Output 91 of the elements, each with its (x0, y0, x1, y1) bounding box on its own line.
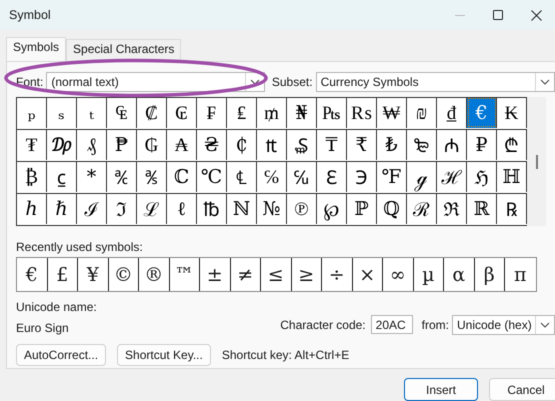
symbol-cell[interactable]: ℜ (437, 193, 467, 224)
symbol-cell[interactable]: ₲ (137, 129, 167, 160)
symbol-cell[interactable]: ₥ (257, 97, 287, 128)
symbol-cell[interactable]: ₵ (227, 129, 257, 160)
symbol-cell[interactable]: ℉ (377, 161, 407, 192)
symbol-cell[interactable]: ₡ (137, 97, 167, 128)
symbol-cell[interactable]: € (467, 97, 497, 128)
symbol-cell[interactable]: ₣ (197, 97, 227, 128)
symbol-cell[interactable]: ₩ (377, 97, 407, 128)
from-dropdown[interactable]: Unicode (hex) (452, 314, 555, 334)
symbol-cell[interactable]: ₫ (437, 97, 467, 128)
symbol-cell[interactable]: * (77, 161, 107, 192)
symbol-cell[interactable]: ₹ (347, 129, 377, 160)
symbol-cell[interactable]: ℚ (377, 193, 407, 224)
symbol-cell[interactable]: ℁ (137, 161, 167, 192)
symbol-cell[interactable]: ₮ (17, 129, 47, 160)
subset-dropdown[interactable]: Currency Symbols (316, 72, 555, 92)
default-button[interactable]: Insert (404, 378, 478, 401)
symbol-cell[interactable]: ₸ (317, 129, 347, 160)
symbol-cell[interactable]: ₷ (287, 129, 317, 160)
symbol-cell[interactable]: ℃ (197, 161, 227, 192)
symbol-cell[interactable]: ℏ (47, 193, 77, 224)
symbol-cell[interactable]: ₠ (107, 97, 137, 128)
symbol-cell[interactable]: ℀ (107, 161, 137, 192)
tab[interactable]: Special Characters (66, 39, 182, 61)
symbol-cell[interactable]: ₱ (107, 129, 137, 160)
symbol-cell[interactable]: ℅ (257, 161, 287, 192)
symbol-cell[interactable]: ₳ (167, 129, 197, 160)
symbol-cell[interactable]: ₽ (467, 129, 497, 160)
symbol-cell[interactable]: ℊ (407, 161, 437, 192)
symbol-cell[interactable]: ℞ (497, 193, 527, 224)
symbol-cell[interactable]: ℗ (287, 193, 317, 224)
symbol-cell[interactable]: ₺ (377, 129, 407, 160)
symbol-cell[interactable]: ℔ (197, 193, 227, 224)
subset-label: Subset: (272, 75, 313, 89)
symbol-cell[interactable]: ₦ (287, 97, 317, 128)
symbol-cell[interactable]: ₴ (197, 129, 227, 160)
font-label: Font: (16, 75, 44, 89)
symbol-cell[interactable]: ℐ (77, 193, 107, 224)
dialog-button[interactable]: AutoCorrect... (16, 344, 106, 366)
symbol-cell[interactable]: ₼ (437, 129, 467, 160)
symbol-cell[interactable]: ℑ (107, 193, 137, 224)
maximize-icon[interactable] (493, 10, 503, 20)
symbol-cell[interactable]: ₯ (47, 129, 77, 160)
symbol-cell[interactable]: ₜ (77, 97, 107, 128)
symbol-cell[interactable]: ℌ (467, 161, 497, 192)
symbol-cell[interactable]: ℄ (227, 161, 257, 192)
symbol-cell[interactable]: ₾ (497, 129, 527, 160)
close-icon[interactable] (530, 10, 542, 20)
unicode-name-value: Euro Sign (16, 321, 70, 335)
dialog-button[interactable]: Cancel (489, 378, 555, 401)
unicode-name-label: Unicode name: (16, 300, 98, 314)
window-title: Symbol (9, 8, 52, 22)
symbol-cell[interactable]: ℂ (167, 161, 197, 192)
character-code-field[interactable]: 20AC (370, 315, 413, 334)
symbol-cell[interactable]: ℘ (317, 193, 347, 224)
symbol-cell[interactable]: ₨ (347, 97, 377, 128)
dialog-button[interactable]: Shortcut Key... (117, 344, 211, 366)
symbol-cell[interactable]: ₶ (257, 129, 287, 160)
symbol-cell[interactable]: ℆ (287, 161, 317, 192)
symbol-cell[interactable]: ⃀ (47, 161, 77, 192)
symbol-cell[interactable]: ₿ (17, 161, 47, 192)
symbol-cell[interactable]: ₚ (17, 97, 47, 128)
symbol-cell[interactable]: ℓ (167, 193, 197, 224)
symbol-cell[interactable]: ℍ (497, 161, 527, 192)
symbol-cell[interactable]: ℝ (467, 193, 497, 224)
symbol-cell[interactable]: № (257, 193, 287, 224)
symbol-cell[interactable]: ₤ (227, 97, 257, 128)
symbol-cell[interactable]: ₧ (317, 97, 347, 128)
symbol-cell[interactable]: ℙ (347, 193, 377, 224)
recent-symbol[interactable]: π (505, 258, 536, 291)
symbol-cell[interactable]: ₢ (167, 97, 197, 128)
symbol-cell[interactable]: ℛ (407, 193, 437, 224)
symbol-cell[interactable]: ₛ (47, 97, 77, 128)
scrollbar-thumb[interactable] (536, 154, 538, 168)
symbol-cell[interactable]: ₻ (407, 129, 437, 160)
recent-symbols-label: Recently used symbols: (16, 240, 143, 254)
symbol-cell[interactable]: ℎ (17, 193, 47, 224)
symbol-cell[interactable]: ℇ (317, 161, 347, 192)
symbol-cell[interactable]: ℒ (137, 193, 167, 224)
symbol-cell[interactable]: ₪ (407, 97, 437, 128)
symbol-cell[interactable]: ℕ (227, 193, 257, 224)
font-dropdown[interactable]: (normal text) (46, 72, 265, 92)
shortcut-key-text: Shortcut key: Alt+Ctrl+E (222, 348, 350, 362)
symbol-cell[interactable]: ℋ (437, 161, 467, 192)
tab[interactable]: Symbols (6, 37, 66, 61)
from-label: from: (422, 318, 449, 332)
symbol-cell[interactable]: ℈ (347, 161, 377, 192)
character-code-label: Character code: (280, 318, 366, 332)
symbol-cell[interactable]: ₰ (77, 129, 107, 160)
symbol-cell[interactable]: ₭ (497, 97, 527, 128)
